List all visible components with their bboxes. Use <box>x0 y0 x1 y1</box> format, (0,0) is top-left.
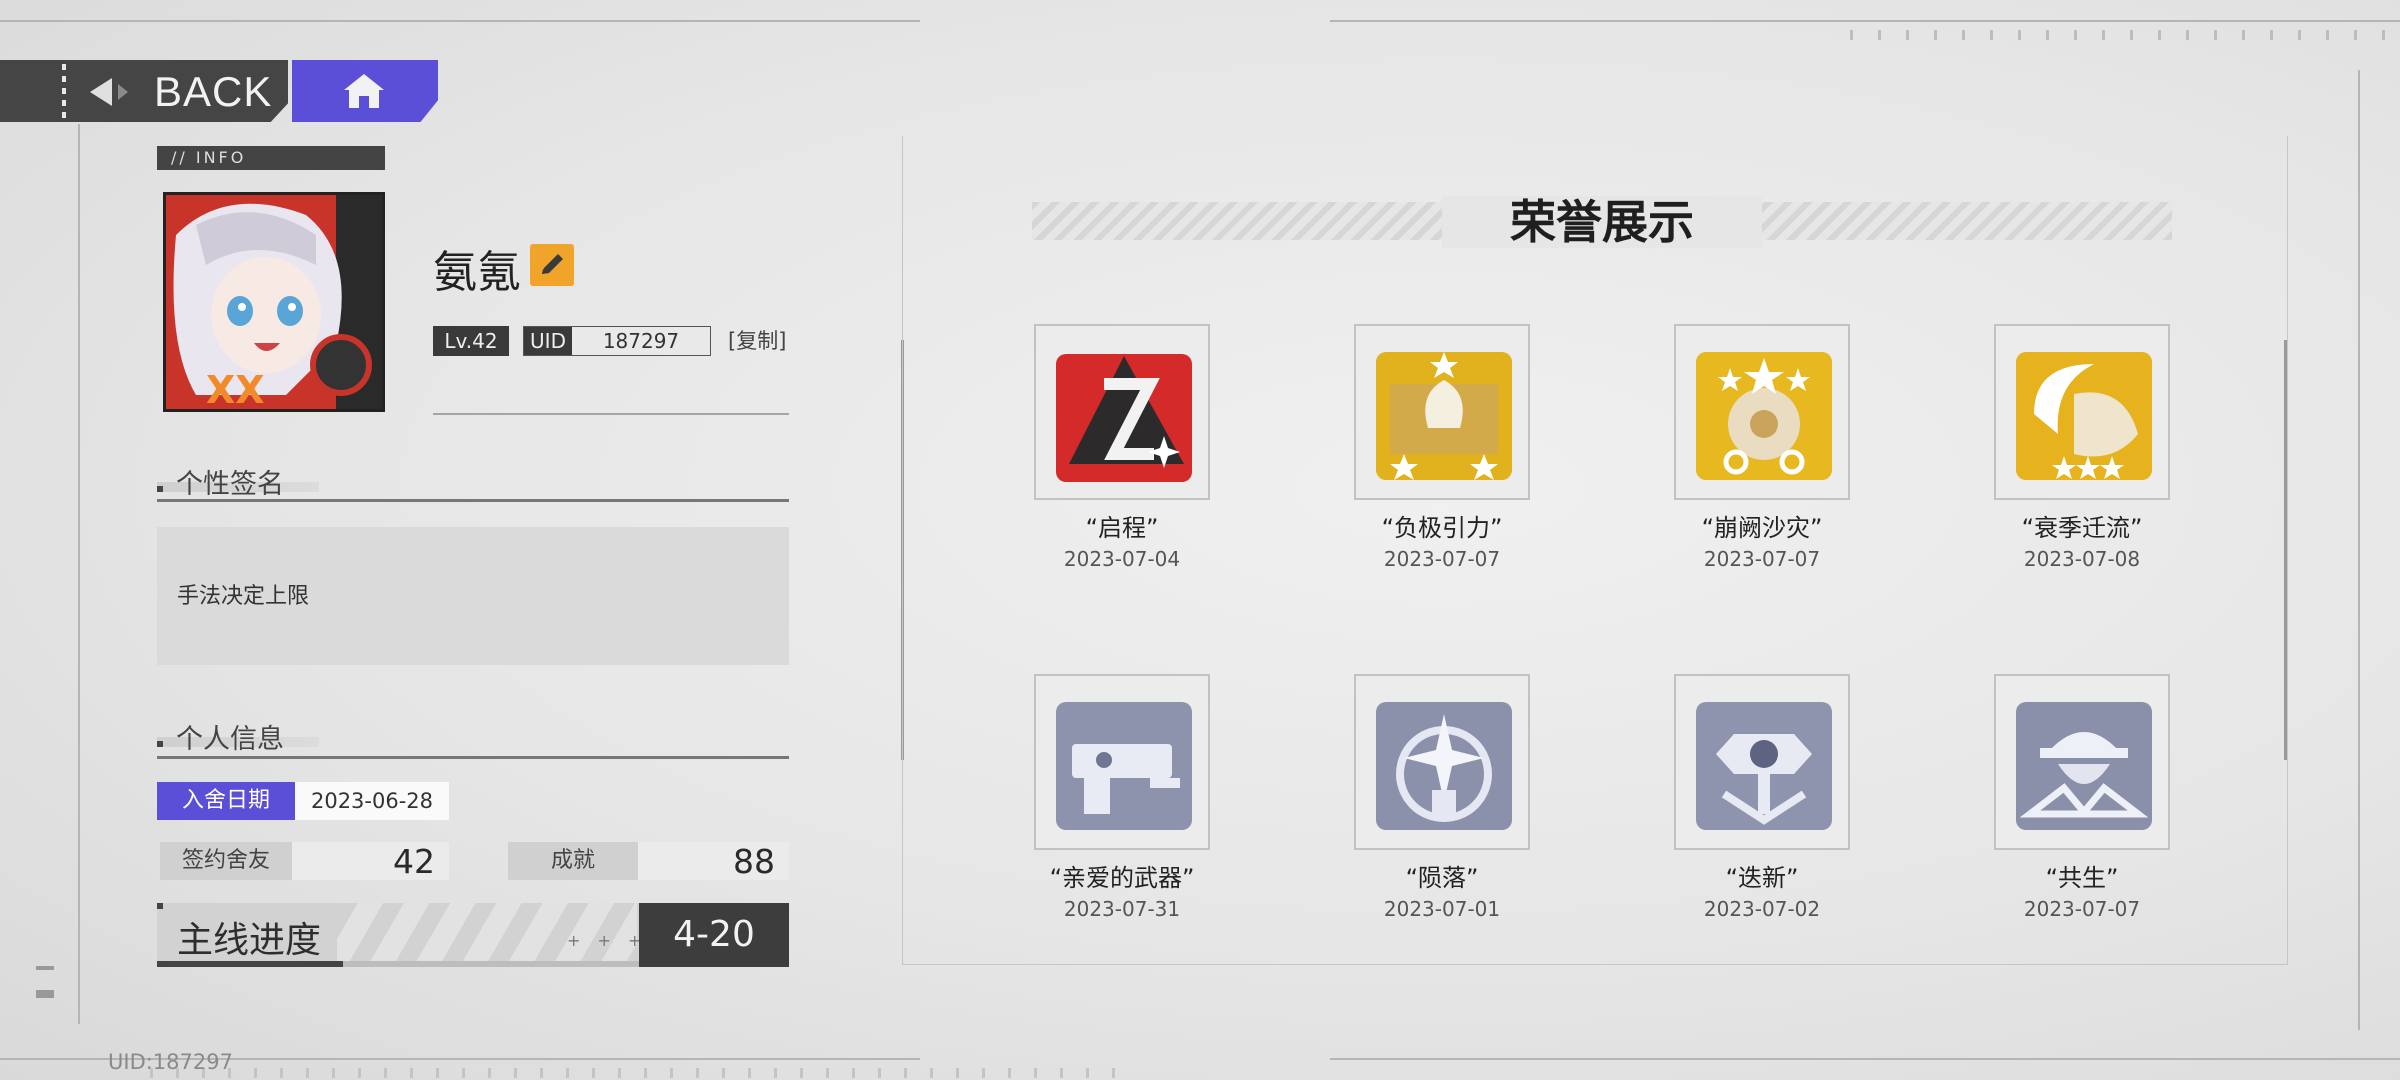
achievements-label: 成就 <box>508 842 638 880</box>
honor-badge-date: 2023-07-07 <box>1383 547 1501 571</box>
honor-badge-name: “启程” <box>1085 514 1159 542</box>
info-tag: // INFO <box>157 146 385 170</box>
back-button[interactable]: BACK <box>0 60 288 122</box>
honor-gongsheng-icon <box>2016 702 2152 830</box>
honor-qicheng-icon <box>1056 354 1192 482</box>
back-arrow-icon <box>90 78 112 106</box>
friends-stat: 签约舍友 42 <box>160 842 449 881</box>
signature-text: 手法决定上限 <box>177 584 310 609</box>
back-label: BACK <box>154 68 273 115</box>
honor-badge-date: 2023-07-08 <box>2023 547 2141 571</box>
uid-watermark: UID:187297 <box>108 1050 233 1074</box>
main-story-progress[interactable]: 主线进度 + + + 4-20 <box>157 903 789 967</box>
join-date-label: 入舍日期 <box>157 782 295 820</box>
frame-side-mark <box>36 966 54 970</box>
signature-title: 个性签名 <box>176 469 284 500</box>
copy-uid-button[interactable]: [复制] <box>728 326 786 356</box>
player-name: 氨氪 <box>433 247 521 298</box>
honor-badge-card <box>1354 324 1530 500</box>
uid-box: UID 187297 <box>523 326 711 356</box>
back-arrow-secondary-icon <box>118 84 128 100</box>
honor-yunluo-icon <box>1376 702 1512 830</box>
honor-badge-date: 2023-07-07 <box>1703 547 1821 571</box>
home-icon <box>344 74 384 108</box>
honor-badge-name: “衰季迁流” <box>2021 514 2143 542</box>
personal-title-dot <box>157 741 163 747</box>
friends-value: 42 <box>292 842 449 881</box>
honor-badge[interactable]: “迭新” 2023-07-02 <box>1602 674 1922 921</box>
honor-shuaiji-qianliu-icon <box>2016 352 2152 480</box>
friends-label: 签约舍友 <box>160 842 292 880</box>
pencil-icon <box>542 254 563 274</box>
signature-title-dot <box>157 486 163 492</box>
signature-divider <box>157 499 789 502</box>
honor-badge[interactable]: “亲爱的武器” 2023-07-31 <box>962 674 1282 921</box>
progress-plus-marks: + + + <box>567 931 648 950</box>
honor-badge-card <box>1994 324 2170 500</box>
progress-fill <box>157 961 343 967</box>
frame-side-mark <box>36 990 54 998</box>
frame-top-left-line <box>0 20 920 22</box>
uid-label: UID <box>524 327 572 355</box>
svg-text:XX: XX <box>206 368 265 409</box>
honor-badge-card <box>1674 324 1850 500</box>
uid-value: 187297 <box>572 327 710 355</box>
honor-badge-date: 2023-07-04 <box>1063 547 1181 571</box>
honor-badge-date: 2023-07-31 <box>1063 897 1181 921</box>
frame-tick-row <box>1850 30 2390 40</box>
honor-badge-name: “共生” <box>2045 864 2119 892</box>
honor-badge-name: “负极引力” <box>1381 514 1503 542</box>
frame-bottom-ticks <box>150 1068 1120 1078</box>
name-divider <box>433 413 789 415</box>
honor-benque-shazai-icon <box>1696 352 1832 480</box>
join-date-value: 2023-06-28 <box>295 782 449 820</box>
honor-badge-card <box>1034 674 1210 850</box>
honor-badge-card <box>1034 324 1210 500</box>
frame-top-right-line <box>1330 20 2400 22</box>
honor-badge[interactable]: “共生” 2023-07-07 <box>1922 674 2242 921</box>
progress-value: 4-20 <box>639 903 789 967</box>
achievements-value: 88 <box>638 842 789 881</box>
back-button-dash <box>62 64 66 118</box>
honor-badge[interactable]: “启程” 2023-07-04 <box>962 324 1282 571</box>
honor-badge-name: “迭新” <box>1725 864 1799 892</box>
honor-badge-date: 2023-07-07 <box>2023 897 2141 921</box>
level-badge: Lv.42 <box>433 326 509 356</box>
honor-fuji-yinli-icon <box>1376 352 1512 480</box>
avatar-portrait: XX <box>166 195 382 409</box>
achievements-stat: 成就 88 <box>508 842 789 881</box>
home-button[interactable] <box>292 60 438 122</box>
frame-left-rail <box>78 124 80 1024</box>
frame-right-rail <box>2358 70 2360 1030</box>
honor-title: 荣誉展示 <box>1510 195 1694 249</box>
progress-label: 主线进度 <box>177 920 322 961</box>
honor-badge-date: 2023-07-02 <box>1703 897 1821 921</box>
personal-divider <box>157 756 789 759</box>
honor-badge-name: “亲爱的武器” <box>1049 864 1195 892</box>
personal-title: 个人信息 <box>176 724 284 755</box>
honor-badge[interactable]: “崩阙沙灾” 2023-07-07 <box>1602 324 1922 571</box>
honor-badge-card <box>1674 674 1850 850</box>
honor-badge[interactable]: “衰季迁流” 2023-07-08 <box>1922 324 2242 571</box>
honor-badge-date: 2023-07-01 <box>1383 897 1501 921</box>
honor-badge-card <box>1994 674 2170 850</box>
honor-badge-name: “陨落” <box>1405 864 1479 892</box>
progress-corner-mark <box>157 903 163 909</box>
honor-diexin-icon <box>1696 702 1832 830</box>
avatar[interactable]: XX <box>163 192 385 412</box>
honor-badge[interactable]: “负极引力” 2023-07-07 <box>1282 324 1602 571</box>
honor-qinai-de-wuqi-icon <box>1056 702 1192 830</box>
honor-badge[interactable]: “陨落” 2023-07-01 <box>1282 674 1602 921</box>
edit-name-button[interactable] <box>530 244 574 286</box>
honor-badge-name: “崩阙沙灾” <box>1701 514 1823 542</box>
frame-bottom-right-line <box>1330 1058 2400 1060</box>
honor-badge-card <box>1354 674 1530 850</box>
